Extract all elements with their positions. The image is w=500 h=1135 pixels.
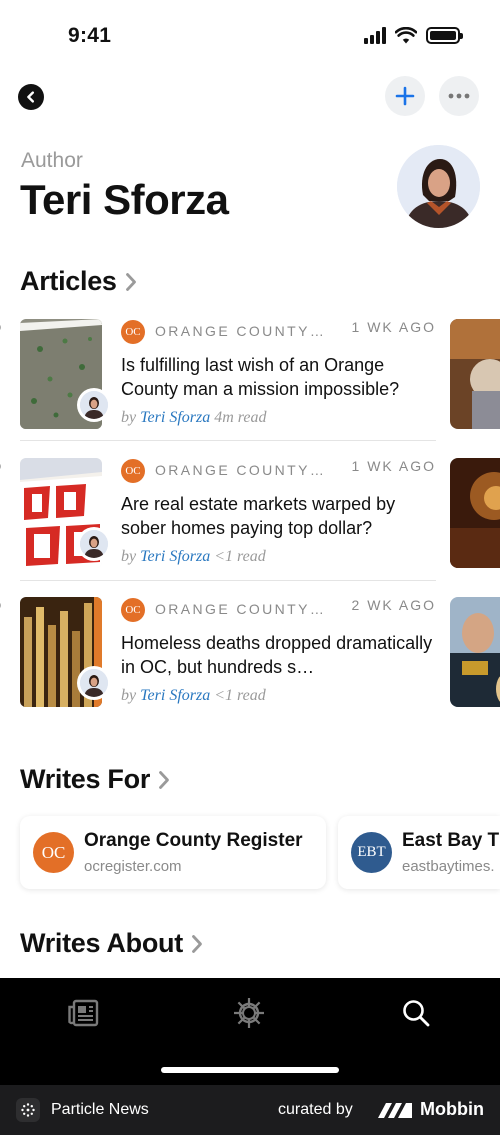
byline-prefix: by [121, 548, 137, 565]
publication-logo-icon: OC [33, 832, 74, 873]
article-card[interactable]: OC ORANGE COUNTY… 2 WK AGO Homeless deat… [20, 597, 436, 737]
publication-url: eastbaytimes. [402, 858, 495, 875]
byline-author-link[interactable]: Teri Sforza [140, 548, 210, 565]
status-bar: 9:41 [0, 0, 500, 74]
status-icons [364, 27, 463, 44]
helm-icon [234, 998, 264, 1028]
author-label: Author [21, 149, 83, 172]
writes-about-title-text: Writes About [20, 928, 183, 958]
tab-bar [0, 978, 500, 1085]
article-time: 2 WK AGO [351, 597, 436, 613]
author-mini-avatar [77, 388, 111, 422]
next-column-thumbnail[interactable] [450, 597, 500, 707]
read-time: <1 read [214, 687, 266, 704]
read-time: <1 read [214, 548, 266, 565]
previous-column-peek: o [0, 597, 6, 707]
tab-search[interactable] [399, 996, 433, 1030]
article-byline: by Teri Sforza <1 read [121, 548, 266, 566]
author-avatar [397, 145, 480, 228]
article-source: ORANGE COUNTY… [155, 601, 327, 617]
wifi-icon [395, 27, 417, 44]
search-icon [403, 1000, 430, 1027]
status-time: 9:41 [68, 24, 112, 47]
writes-for-section-title[interactable]: Writes For [20, 764, 170, 795]
article-card[interactable]: OC ORANGE COUNTY… 1 WK AGO Are real esta… [20, 458, 436, 598]
publication-name: East Bay T [402, 830, 500, 851]
article-headline: Homeless deaths dropped dramatically in … [121, 633, 433, 677]
byline-author-link[interactable]: Teri Sforza [140, 687, 210, 704]
tab-discover[interactable] [232, 996, 266, 1030]
divider [20, 580, 436, 581]
article-card[interactable]: OC ORANGE COUNTY… 1 WK AGO Is fulfilling… [20, 319, 436, 459]
article-time: 1 WK AGO [351, 458, 436, 474]
byline-author-link[interactable]: Teri Sforza [140, 409, 210, 426]
read-time: 4m read [214, 409, 267, 426]
byline-prefix: by [121, 409, 137, 426]
article-source: ORANGE COUNTY… [155, 323, 327, 339]
battery-icon [426, 27, 463, 44]
attribution-footer: Particle News curated by Mobbin [0, 1085, 500, 1135]
previous-column-peek: o [0, 458, 6, 568]
article-time: 1 WK AGO [351, 319, 436, 335]
publication-card[interactable]: OC Orange County Register ocregister.com [20, 816, 326, 889]
article-headline: Are real estate markets warped by sober … [121, 494, 396, 538]
mobbin-brand: Mobbin [420, 1099, 484, 1119]
newspaper-icon [68, 999, 99, 1027]
publication-name: Orange County Register [84, 830, 303, 851]
mobbin-logo-icon [376, 1100, 414, 1125]
next-column-thumbnail[interactable] [450, 458, 500, 568]
chevron-right-icon [191, 934, 203, 954]
article-headline: Is fulfilling last wish of an Orange Cou… [121, 355, 400, 399]
writes-about-section-title[interactable]: Writes About [20, 928, 203, 959]
more-button[interactable] [439, 76, 479, 116]
tab-news[interactable] [66, 996, 100, 1030]
plus-icon [395, 86, 415, 106]
articles-title-text: Articles [20, 266, 117, 296]
curated-by-label: curated by [278, 1101, 353, 1118]
author-mini-avatar [77, 527, 111, 561]
author-mini-avatar [77, 666, 111, 700]
ellipsis-icon [448, 93, 470, 99]
app-name: Particle News [51, 1101, 149, 1118]
chevron-left-icon [27, 91, 34, 103]
source-logo-icon: OC [121, 598, 145, 622]
home-indicator [161, 1067, 339, 1073]
app-icon [16, 1098, 40, 1122]
next-column-thumbnail[interactable] [450, 319, 500, 429]
articles-section-title[interactable]: Articles [20, 266, 137, 297]
publication-url: ocregister.com [84, 858, 182, 875]
source-logo-icon: OC [121, 459, 145, 483]
article-byline: by Teri Sforza 4m read [121, 409, 267, 427]
publication-card[interactable]: EBT East Bay T eastbaytimes. [338, 816, 500, 889]
previous-column-peek: o [0, 319, 6, 429]
back-button[interactable] [18, 84, 44, 110]
source-logo-icon: OC [121, 320, 145, 344]
byline-prefix: by [121, 687, 137, 704]
publication-logo-icon: EBT [351, 832, 392, 873]
article-byline: by Teri Sforza <1 read [121, 687, 266, 705]
author-name: Teri Sforza [20, 176, 229, 223]
chevron-right-icon [125, 272, 137, 292]
article-source: ORANGE COUNTY… [155, 462, 327, 478]
writes-for-title-text: Writes For [20, 764, 151, 794]
follow-button[interactable] [385, 76, 425, 116]
cellular-signal-icon [364, 27, 386, 44]
divider [20, 440, 436, 441]
chevron-right-icon [158, 770, 170, 790]
